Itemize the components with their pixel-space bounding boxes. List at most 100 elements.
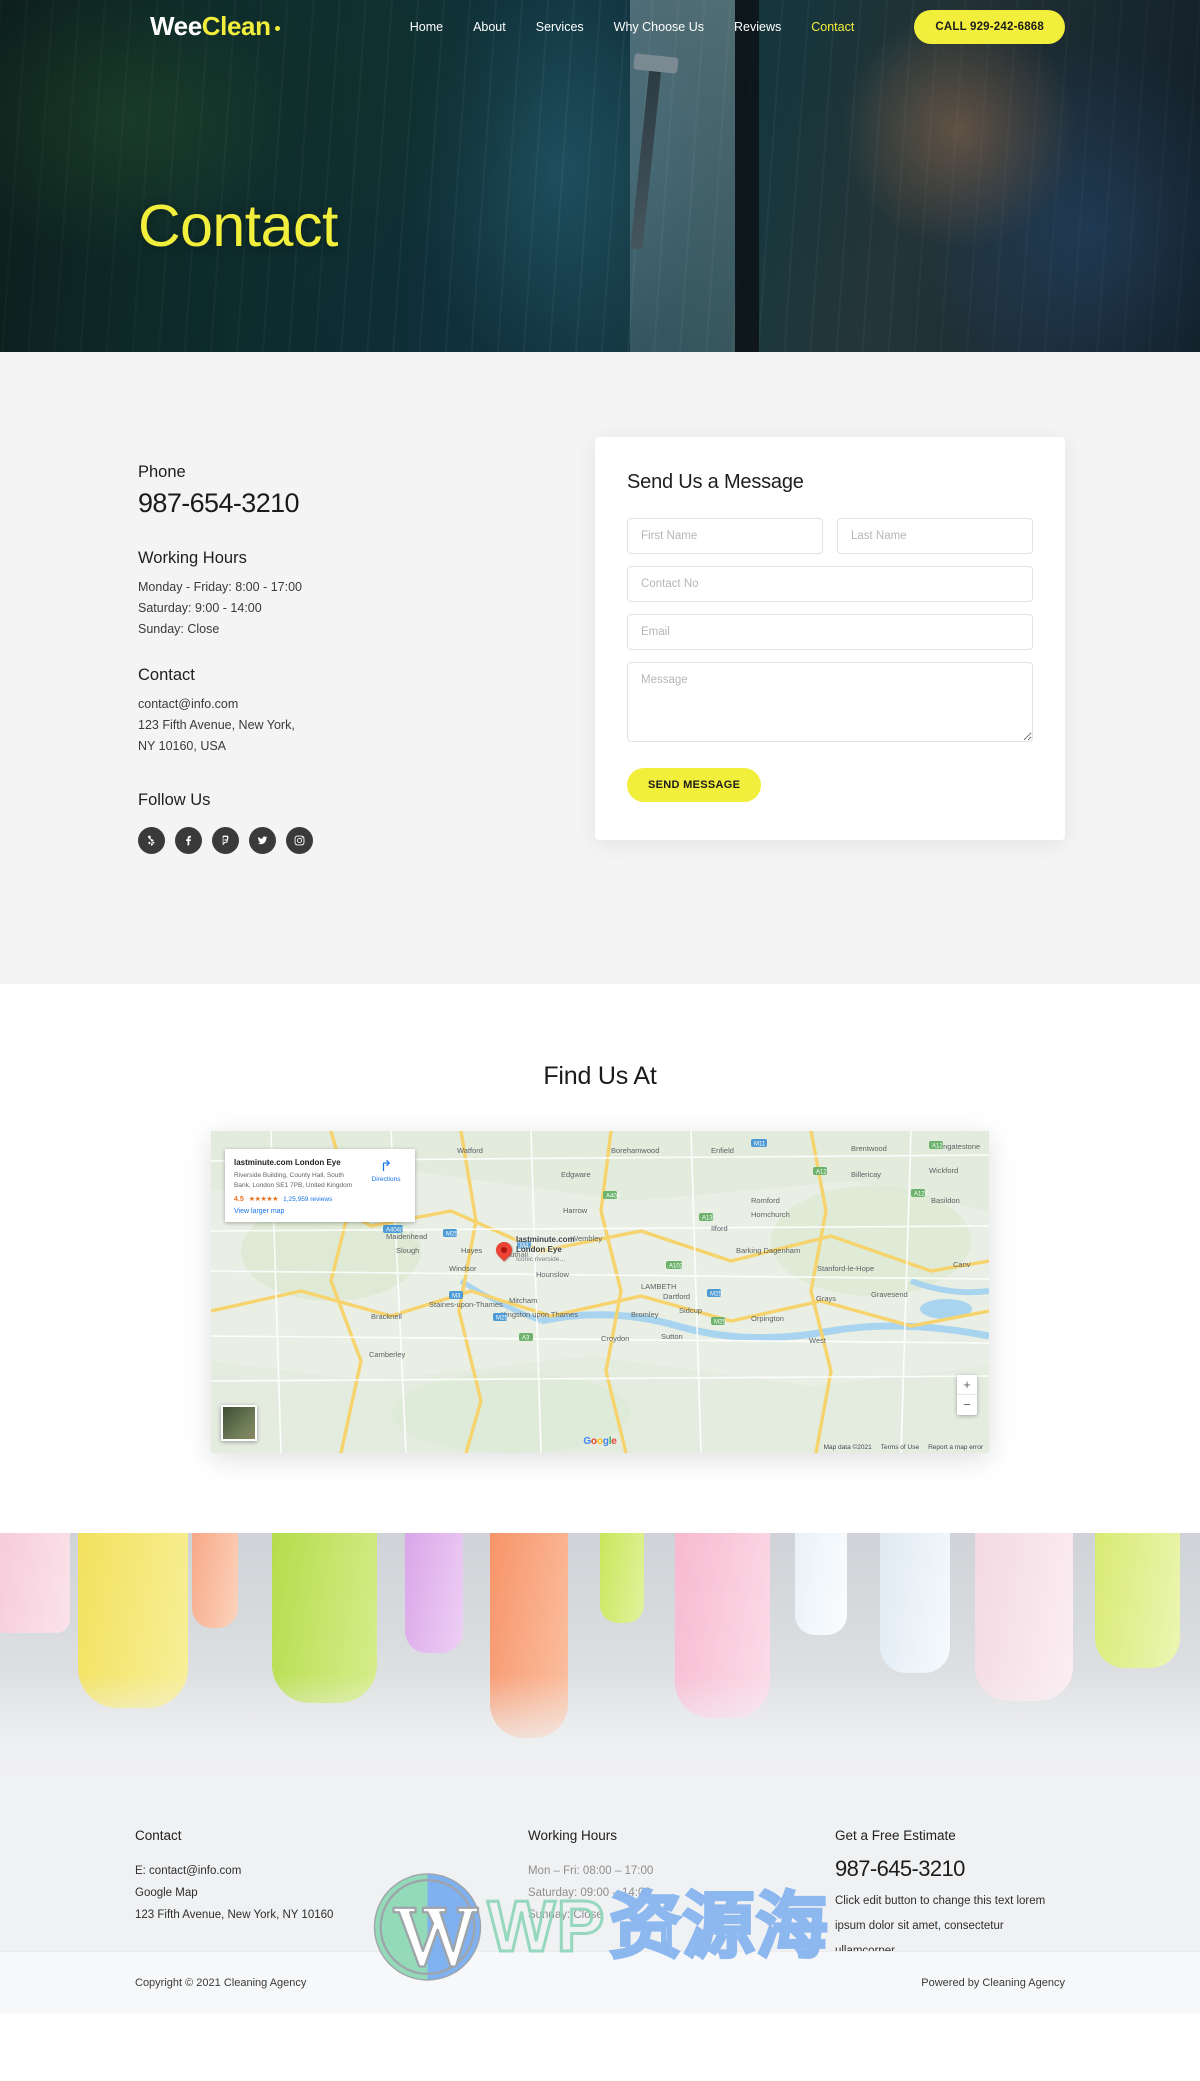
report-map-error-link[interactable]: Report a map error [928,1444,983,1451]
facebook-icon[interactable] [175,827,202,854]
footer-contact-heading: Contact [135,1828,182,1843]
svg-text:Hounslow: Hounslow [536,1270,570,1279]
contact-section: Phone 987-654-3210 Working Hours Monday … [0,352,1200,984]
footer-hours-line: Sunday: Close [527,1909,603,1921]
svg-text:Billericay: Billericay [851,1170,881,1179]
working-hours-label: Working Hours [138,549,247,567]
last-name-input[interactable] [837,518,1033,554]
yelp-icon[interactable] [138,827,165,854]
hours-line: Saturday: 9:00 - 14:00 [138,601,262,615]
svg-text:Windsor: Windsor [449,1264,477,1273]
footer-estimate-column: Get a Free Estimate 987-645-3210 Click e… [755,1828,1065,1951]
nav-item-home[interactable]: Home [410,20,443,34]
svg-text:A12: A12 [816,1170,827,1176]
svg-text:Barking Dagenham: Barking Dagenham [736,1246,800,1255]
svg-text:A404(M): A404(M) [386,1228,409,1234]
terms-of-use-link[interactable]: Terms of Use [881,1444,919,1451]
svg-text:Canv: Canv [953,1260,971,1269]
marker-subtitle: Iconic riverside… [516,1256,566,1263]
svg-text:Enfield: Enfield [711,1146,734,1155]
call-cta-button[interactable]: CALL 929-242-6868 [914,9,1065,44]
map-heading: Find Us At [543,1062,657,1090]
instagram-icon[interactable] [286,827,313,854]
message-textarea[interactable] [627,662,1033,742]
map-marker-icon[interactable] [492,1238,516,1264]
map-marker-label: lastminute.com London Eye Iconic riversi… [516,1235,575,1265]
svg-text:Ilford: Ilford [711,1224,728,1233]
contact-label: Contact [138,666,195,684]
google-letter: e [611,1436,617,1447]
svg-text:Gravesend: Gravesend [871,1290,908,1299]
contact-no-input[interactable] [627,566,1033,602]
email-input[interactable] [627,614,1033,650]
svg-text:A127: A127 [914,1192,929,1198]
nav-item-reviews[interactable]: Reviews [734,20,781,34]
footer-email[interactable]: E: contact@info.com [135,1860,445,1882]
first-name-input[interactable] [627,518,823,554]
svg-text:LAMBETH: LAMBETH [641,1282,676,1291]
svg-text:Bracknell: Bracknell [371,1312,402,1321]
svg-text:Slough: Slough [396,1246,419,1255]
svg-text:A406: A406 [606,1194,621,1200]
svg-text:A102: A102 [669,1264,684,1270]
footer-contact-column: Contact E: contact@info.com Google Map 1… [135,1828,445,1951]
place-title: lastminute.com London Eye [234,1158,341,1167]
footer-google-map-link[interactable]: Google Map [135,1882,445,1904]
rating-review-count[interactable]: 1,25,959 reviews [283,1196,332,1203]
svg-text:Grays: Grays [816,1294,836,1303]
site-logo[interactable]: WeeClean [150,11,280,42]
nav-item-about[interactable]: About [473,20,506,34]
google-map-embed[interactable]: Watford Borehamwood Enfield Brentwood Inga… [211,1131,989,1453]
send-message-button[interactable]: SEND MESSAGE [627,768,762,802]
svg-text:Romford: Romford [751,1196,780,1205]
marker-title-line2: London Eye [516,1245,562,1254]
nav-item-services[interactable]: Services [536,20,584,34]
follow-us-block: Follow Us [138,791,595,854]
contact-email[interactable]: contact@info.com [138,694,595,715]
map-attribution: Map data ©2021 Terms of Use Report a map… [824,1444,983,1451]
zoom-out-button[interactable]: − [957,1395,977,1415]
zoom-in-button[interactable]: + [957,1375,977,1395]
street-view-thumbnail[interactable] [221,1405,257,1441]
svg-text:A3: A3 [522,1336,530,1342]
rating-stars-icon: ★★★★★ [248,1196,279,1203]
svg-text:Mitcham: Mitcham [509,1296,537,1305]
svg-text:M3: M3 [452,1294,461,1300]
svg-text:Hayes: Hayes [461,1246,483,1255]
svg-text:Wembley: Wembley [571,1234,602,1243]
contact-info-column: Phone 987-654-3210 Working Hours Monday … [135,437,595,854]
nav-links: Home About Services Why Choose Us Review… [410,9,1065,44]
twitter-icon[interactable] [249,827,276,854]
nav-item-why-choose-us[interactable]: Why Choose Us [614,20,704,34]
svg-text:Basildon: Basildon [931,1196,960,1205]
place-address: Riverside Building, County Hall, South B… [234,1172,353,1189]
svg-text:Bromley: Bromley [631,1310,659,1319]
footer-hours-column: Working Hours Mon – Fri: 08:00 – 17:00 S… [445,1828,755,1951]
footer-phone-number[interactable]: 987-645-3210 [835,1856,1065,1882]
directions-button[interactable]: ↱ Directions [366,1157,406,1215]
place-rating: 4.5 ★★★★★ 1,25,959 reviews [234,1195,362,1204]
footer-hours-line: Saturday: 09:00 – 14:00 [527,1887,651,1899]
powered-by-text: Powered by Cleaning Agency [921,1976,1065,1989]
svg-text:Borehamwood: Borehamwood [611,1146,659,1155]
working-hours-block: Working Hours Monday - Friday: 8:00 - 17… [138,549,595,640]
map-place-card: lastminute.com London Eye Riverside Buil… [225,1149,415,1222]
view-larger-map-link[interactable]: View larger map [234,1208,362,1215]
svg-text:Orpington: Orpington [751,1314,784,1323]
svg-text:A13: A13 [702,1216,713,1222]
svg-text:Croydon: Croydon [601,1334,629,1343]
nav-item-contact[interactable]: Contact [811,20,854,34]
google-logo: Google [583,1436,617,1447]
svg-text:Camberley: Camberley [369,1350,406,1359]
svg-text:Harrow: Harrow [563,1206,588,1215]
directions-arrow-icon: ↱ [379,1158,393,1175]
contact-address-line: 123 Fifth Avenue, New York, [138,718,295,732]
svg-text:Watford: Watford [457,1146,483,1155]
foursquare-icon[interactable] [212,827,239,854]
footer-hours-heading: Working Hours [527,1828,617,1843]
logo-text-primary: Wee [150,11,202,41]
contact-form: SEND MESSAGE [627,518,1033,802]
svg-text:M25: M25 [496,1316,508,1322]
phone-number[interactable]: 987-654-3210 [138,488,595,519]
svg-text:West: West [809,1336,827,1345]
